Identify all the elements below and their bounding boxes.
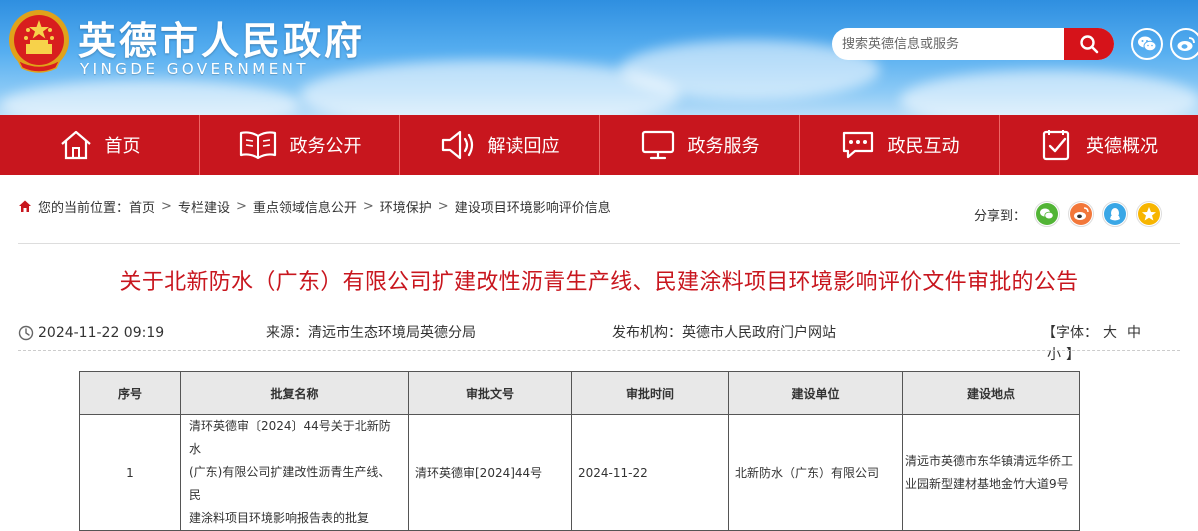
header-construction-unit: 建设单位 [728, 371, 903, 415]
cell-approval-name[interactable]: 清环英德审〔2024〕44号关于北新防水 (广东)有限公司扩建改性沥青生产线、民… [180, 414, 409, 531]
wechat-icon [1036, 203, 1059, 225]
breadcrumb-link-columns[interactable]: 专栏建设 [178, 197, 230, 216]
search-button[interactable] [1064, 28, 1114, 60]
breadcrumb-link-environment[interactable]: 环境保护 [380, 197, 432, 216]
cell-line: 业园新型建材基地金竹大道9号 [905, 476, 1069, 491]
nav-item-interaction[interactable]: 政民互动 [800, 115, 1000, 175]
wechat-header-button[interactable] [1131, 28, 1163, 60]
breadcrumb-divider [18, 243, 1180, 244]
share-bar: 分享到： [974, 200, 1163, 228]
source-value: 清远市生态环境局英德分局 [308, 325, 476, 341]
home-icon [60, 130, 91, 160]
site-subtitle: YINGDE GOVERNMENT [80, 60, 310, 78]
breadcrumb: 您的当前位置： 首页 > 专栏建设 > 重点领域信息公开 > 环境保护 > 建设… [18, 196, 611, 216]
nav-item-interpretation[interactable]: 解读回应 [400, 115, 600, 175]
checklist-icon [1042, 130, 1070, 161]
search-box [832, 28, 1114, 60]
nav-item-overview[interactable]: 英德概况 [1000, 115, 1198, 175]
home-icon [19, 200, 31, 212]
cell-approval-date: 2024-11-22 [571, 414, 729, 531]
share-weibo-button[interactable] [1068, 201, 1095, 227]
font-label-left: 【字体： [1042, 325, 1098, 341]
nav-item-label: 政务公开 [289, 136, 362, 157]
weibo-header-button[interactable] [1170, 28, 1198, 60]
cell-line: 清远市英德市东华镇清远华侨工 [905, 453, 1074, 468]
share-qzone-button[interactable] [1136, 201, 1163, 227]
article-publisher: 发布机构：英德市人民政府门户网站 [612, 322, 836, 344]
main-nav: 首页 政务公开 解读回应 政务服务 政民互动 英德概况 [0, 115, 1198, 175]
font-size-large[interactable]: 大 [1103, 325, 1117, 341]
qq-icon [1104, 203, 1127, 225]
nav-item-home[interactable]: 首页 [0, 115, 200, 175]
breadcrumb-separator: > [362, 198, 374, 214]
national-emblem-icon[interactable] [6, 8, 72, 76]
article-meta: 2024-11-22 09:19 来源：清远市生态环境局英德分局 发布机构：英德… [18, 322, 1180, 363]
table-row: 1 清环英德审〔2024〕44号关于北新防水 (广东)有限公司扩建改性沥青生产线… [79, 414, 1080, 531]
weibo-icon [1177, 37, 1195, 51]
cell-doc-no: 清环英德审[2024]44号 [408, 414, 572, 531]
approval-table: 序号 批复名称 审批文号 审批时间 建设单位 建设地点 1 清环英德审〔2024… [79, 371, 1080, 531]
cell-location: 清远市英德市东华镇清远华侨工 业园新型建材基地金竹大道9号 [902, 414, 1080, 531]
search-icon [1080, 35, 1099, 54]
header-approval-name: 批复名称 [180, 371, 409, 415]
breadcrumb-link-eia-info[interactable]: 建设项目环境影响评价信息 [455, 197, 611, 216]
share-wechat-button[interactable] [1034, 201, 1061, 227]
nav-item-label: 解读回应 [487, 136, 560, 157]
nav-item-label: 政民互动 [887, 136, 960, 157]
cell-no: 1 [79, 414, 181, 531]
nav-item-gov-services[interactable]: 政务服务 [600, 115, 800, 175]
share-qq-button[interactable] [1102, 201, 1129, 227]
breadcrumb-prefix: 您的当前位置： [38, 200, 130, 216]
article-source: 来源：清远市生态环境局英德分局 [266, 322, 476, 344]
breadcrumb-link-key-areas[interactable]: 重点领域信息公开 [253, 197, 357, 216]
article-date: 2024-11-22 09:19 [18, 322, 164, 344]
font-size-switcher: 【字体：大中小】 [1042, 322, 1180, 366]
search-input[interactable] [832, 28, 1064, 60]
speaker-icon [441, 130, 473, 160]
qzone-star-icon [1138, 203, 1161, 225]
clock-icon [18, 325, 34, 341]
wechat-icon [1138, 36, 1157, 52]
nav-item-label: 政务服务 [687, 136, 760, 157]
site-title[interactable]: 英德市人民政府 [78, 10, 365, 65]
header-location: 建设地点 [902, 371, 1080, 415]
cell-construction-unit: 北新防水（广东）有限公司 [728, 414, 903, 531]
breadcrumb-separator: > [161, 198, 172, 214]
cell-line: 建涂料项目环境影响报告表的批复 [189, 511, 370, 525]
cloud-decoration [900, 70, 1198, 115]
font-size-medium[interactable]: 中 [1127, 325, 1141, 341]
breadcrumb-separator: > [437, 198, 449, 214]
nav-item-label: 首页 [104, 136, 141, 157]
source-label: 来源： [266, 325, 308, 341]
article-date-text: 2024-11-22 09:19 [38, 325, 165, 341]
publisher-value: 英德市人民政府门户网站 [682, 325, 836, 341]
site-header: 英德市人民政府 YINGDE GOVERNMENT [0, 0, 1198, 115]
meta-divider [18, 350, 1180, 351]
article-title: 关于北新防水（广东）有限公司扩建改性沥青生产线、民建涂料项目环境影响评价文件审批… [119, 270, 1079, 295]
nav-item-gov-affairs[interactable]: 政务公开 [200, 115, 400, 175]
cell-line: 清环英德审〔2024〕44号关于北新防水 [189, 419, 391, 456]
share-label: 分享到： [974, 208, 1027, 224]
table-header-row: 序号 批复名称 审批文号 审批时间 建设单位 建设地点 [79, 371, 1080, 415]
breadcrumb-link-home[interactable]: 首页 [129, 197, 155, 216]
header-approval-date: 审批时间 [571, 371, 729, 415]
weibo-icon [1070, 203, 1093, 225]
chat-icon [842, 131, 873, 159]
cloud-decoration [0, 80, 300, 115]
book-icon [239, 131, 276, 160]
breadcrumb-separator: > [235, 198, 247, 214]
cell-line: (广东)有限公司扩建改性沥青生产线、民 [189, 465, 391, 502]
nav-item-label: 英德概况 [1086, 136, 1158, 157]
publisher-label: 发布机构： [612, 325, 682, 341]
monitor-icon [641, 130, 674, 160]
header-no: 序号 [79, 371, 181, 415]
header-doc-no: 审批文号 [408, 371, 572, 415]
